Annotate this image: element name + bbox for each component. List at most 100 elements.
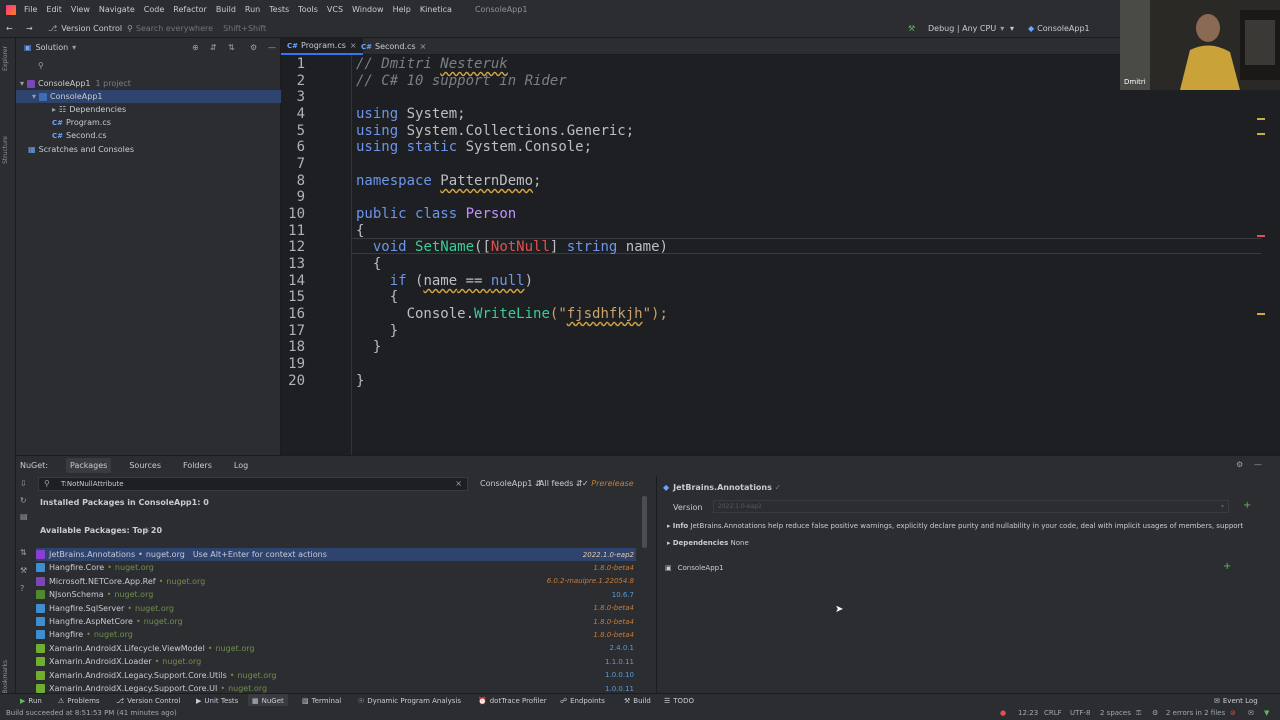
search-icon[interactable]: ⚲ <box>38 61 44 70</box>
menu-code[interactable]: Code <box>144 5 164 14</box>
install-plus-icon[interactable]: + <box>1243 500 1251 511</box>
expand-all-icon[interactable]: ⇵ <box>210 43 217 52</box>
menu-tests[interactable]: Tests <box>269 5 289 14</box>
configuration-selector[interactable]: Debug | Any CPU ▾ <box>928 19 1004 38</box>
package-row[interactable]: Hangfire.SqlServer • nuget.org 1.8.0-beta4 <box>36 602 636 615</box>
menu-help[interactable]: Help <box>393 5 411 14</box>
tab-packages[interactable]: Packages <box>66 457 112 473</box>
package-row[interactable]: Hangfire.AspNetCore • nuget.org 1.8.0-beta4 <box>36 615 636 628</box>
dotnet-project-icon: ◆ <box>1028 24 1035 33</box>
installed-header: Installed Packages in ConsoleApp1: 0 <box>40 498 209 507</box>
forward-arrow-icon[interactable]: → <box>26 19 33 38</box>
bookmarks-tool-tab[interactable]: Bookmarks <box>2 660 9 694</box>
menu-tools[interactable]: Tools <box>298 5 318 14</box>
info-row[interactable]: ▸ Info JetBrains.Annotations help reduce… <box>667 522 1243 530</box>
warning-stripe[interactable] <box>1257 313 1265 315</box>
warning-stripe[interactable] <box>1257 118 1265 120</box>
back-arrow-icon[interactable]: ← <box>6 19 13 38</box>
chevron-down-icon[interactable]: ▾ <box>72 43 76 52</box>
close-icon[interactable]: × <box>420 42 427 51</box>
stop-icon[interactable]: ● <box>1000 706 1006 720</box>
tab-second-cs[interactable]: C# Second.cs × <box>355 38 432 55</box>
deps-row[interactable]: ▸ Dependencies None <box>667 539 749 547</box>
package-search-input[interactable]: ⚲ T:NotNullAttribute × <box>38 477 468 491</box>
settings-icon[interactable]: ⚙ <box>1152 706 1158 720</box>
locate-icon[interactable]: ⊕ <box>192 43 199 52</box>
menu-vcs[interactable]: VCS <box>327 5 343 14</box>
run-config-chevron-icon[interactable]: ▾ <box>1010 19 1014 38</box>
version-select[interactable]: 2022.1.0-eap2 ▾ <box>713 500 1229 513</box>
package-row[interactable]: NJsonSchema • nuget.org 10.6.7 <box>36 588 636 601</box>
menu-file[interactable]: File <box>24 5 37 14</box>
explorer-tool-tab[interactable]: Explorer <box>2 46 9 71</box>
package-row[interactable]: Hangfire.Core • nuget.org 1.8.0-beta4 <box>36 561 636 574</box>
indent-setting[interactable]: 2 spaces <box>1100 706 1131 720</box>
lock-icon[interactable]: ⚿ <box>1136 706 1141 720</box>
tab-program-cs[interactable]: C# Program.cs × <box>281 38 363 55</box>
error-stripe[interactable] <box>1257 235 1265 237</box>
wrench-icon[interactable]: ⚒ <box>20 566 27 575</box>
notifications-icon[interactable]: ✉ <box>1248 706 1254 720</box>
tab-log[interactable]: Log <box>230 458 252 473</box>
tree-dependencies[interactable]: ▸ ☷ Dependencies <box>52 103 126 116</box>
menu-run[interactable]: Run <box>245 5 260 14</box>
menu-view[interactable]: View <box>71 5 90 14</box>
tree-solution[interactable]: ▾ ConsoleApp1 1 project <box>20 77 131 90</box>
csharp-file-icon: C# <box>52 131 64 140</box>
explorer-title[interactable]: Solution <box>36 43 69 52</box>
gear-icon[interactable]: ⚙ <box>250 43 257 52</box>
package-row[interactable]: JetBrains.Annotations • nuget.org Use Alt+E… <box>36 548 636 561</box>
run-target-selector[interactable]: ◆ ConsoleApp1 <box>1028 19 1090 38</box>
error-count[interactable]: 2 errors in 2 files <box>1166 706 1225 720</box>
caret-position[interactable]: 12:23 <box>1018 706 1038 720</box>
build-hammer-icon[interactable]: ⚒ <box>908 19 915 38</box>
terminal-icon: ▧ <box>302 696 309 705</box>
code-line-20: } <box>356 373 364 389</box>
add-to-project-icon[interactable]: + <box>1223 561 1231 572</box>
gear-icon[interactable]: ⚙ <box>1236 460 1243 469</box>
package-row[interactable]: Hangfire • nuget.org 1.8.0-beta4 <box>36 628 636 641</box>
menu-refactor[interactable]: Refactor <box>173 5 207 14</box>
structure-tool-tab[interactable]: Structure <box>2 136 9 164</box>
install-icon[interactable]: ⇩ <box>20 479 27 488</box>
prerelease-checkbox[interactable]: ✓ Prerelease <box>582 479 634 488</box>
collapse-all-icon[interactable]: ⇅ <box>228 43 235 52</box>
refresh-icon[interactable]: ↻ <box>20 496 27 505</box>
hide-icon[interactable]: — <box>268 43 276 52</box>
clear-icon[interactable]: × <box>455 479 462 488</box>
status-message[interactable]: Build succeeded at 8:51:53 PM (41 minute… <box>6 706 177 720</box>
menu-navigate[interactable]: Navigate <box>99 5 135 14</box>
code-line-10: public class Person <box>356 206 516 222</box>
help-icon[interactable]: ? <box>20 584 24 593</box>
code-line-13: { <box>356 256 381 272</box>
no-entry-icon[interactable]: ⊘ <box>1230 706 1236 720</box>
package-row[interactable]: Xamarin.AndroidX.Lifecycle.ViewModel • nug… <box>36 642 636 655</box>
code-editor[interactable]: 1 2 3 4 5 6 7 8 9 10 11 12 13 14 15 16 1… <box>281 55 1280 455</box>
package-row[interactable]: Microsoft.NETCore.App.Ref • nuget.org 6.0.2… <box>36 575 636 588</box>
search-everywhere[interactable]: ⚲ Search everywhere Shift+Shift <box>127 19 266 38</box>
tree-project[interactable]: ▾ ConsoleApp1 <box>16 90 281 103</box>
scrollbar[interactable] <box>642 496 647 548</box>
package-row[interactable]: Xamarin.AndroidX.Loader • nuget.org 1.1.0.1… <box>36 655 636 668</box>
warning-stripe[interactable] <box>1257 133 1265 135</box>
hide-icon[interactable]: — <box>1254 460 1262 469</box>
menu-edit[interactable]: Edit <box>46 5 62 14</box>
comment-typo: Nesteruk <box>440 56 508 72</box>
project-filter[interactable]: ConsoleApp1 ⇵ <box>480 479 542 488</box>
tab-sources[interactable]: Sources <box>125 458 165 473</box>
feeds-filter[interactable]: All feeds ⇵ <box>539 479 583 488</box>
inspection-icon[interactable]: ▼ <box>1264 706 1269 720</box>
file-encoding[interactable]: UTF-8 <box>1070 706 1090 720</box>
menu-window[interactable]: Window <box>352 5 384 14</box>
menu-kinetica[interactable]: Kinetica <box>420 5 452 14</box>
book-icon[interactable]: ▤ <box>20 512 28 521</box>
menu-build[interactable]: Build <box>216 5 236 14</box>
tree-program-cs[interactable]: C# Program.cs <box>52 116 111 129</box>
package-row[interactable]: Xamarin.AndroidX.Legacy.Support.Core.Uti… <box>36 669 636 682</box>
sort-icon[interactable]: ⇅ <box>20 548 27 557</box>
tree-scratches[interactable]: ▦ Scratches and Consoles <box>28 143 134 156</box>
tree-second-cs[interactable]: C# Second.cs <box>52 129 107 142</box>
version-control-button[interactable]: ⎇ Version Control <box>48 19 122 38</box>
line-separator[interactable]: CRLF <box>1044 706 1062 720</box>
tab-folders[interactable]: Folders <box>179 458 216 473</box>
